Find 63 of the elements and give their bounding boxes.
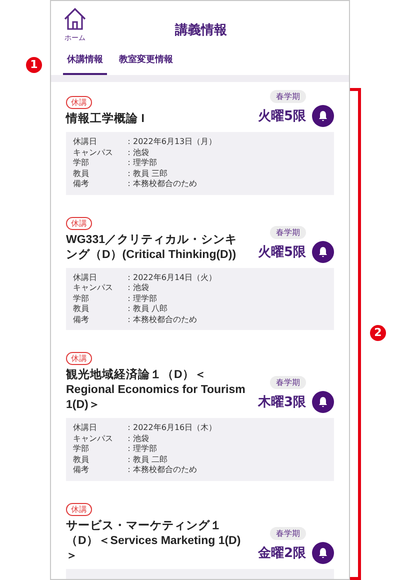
detail-label: キャンパス [73,148,114,158]
detail-label: 備考 [73,465,90,476]
detail-label: 休講日 [73,423,98,434]
detail-value: ：池袋 [125,434,149,444]
lecture-card[interactable]: 休講 情報工学概論 I 春学期 火曜5限 休講日 ：2022年6月13日（月） キャンパス ：池袋 学部 ：理学部 教員 ：教員 三郎 備考 ：本務校都合のため [51,82,349,208]
detail-label: 休講日 [73,137,98,148]
callout-marker: 1 [26,57,42,73]
term-label: 春学期 [270,526,306,540]
page-title: 講義情報 [174,22,228,39]
detail-value: ：池袋 [125,148,149,158]
notification-button[interactable] [312,391,334,413]
detail-value: ：教員 八郎 [125,304,168,314]
detail-label: 学部 [73,294,90,304]
bell-icon [317,246,329,258]
home-icon [63,7,87,31]
bell-icon [317,546,329,558]
callout-marker: 2 [370,325,386,341]
detail-label: 教員 [73,168,90,179]
detail-value: ：理学部 [125,158,157,168]
notification-button[interactable] [312,542,334,564]
detail-value: ：理学部 [125,444,157,454]
detail-value: ：池袋 [125,283,149,294]
detail-label: 教員 [73,454,90,465]
bell-icon [317,110,329,122]
detail-label: 学部 [73,158,90,168]
lecture-title: サービス・マーケティング１（D）＜Services Marketing 1(D)＞ [66,518,242,564]
period-label: 金曜2限 [258,544,306,562]
term-label: 春学期 [270,226,306,238]
detail-label: 学部 [73,444,90,454]
detail-value: ：教員 二郎 [125,454,168,465]
detail-value: ：2022年6月13日（月） [125,137,217,148]
notification-button[interactable] [312,240,334,262]
lecture-card[interactable]: 休講 観光地域経済論１（D）＜Regional Economics for Tourism 1(D)＞ 春学期 木曜3限 休講日 ：2022年6月16日（木） キャンパス ：池袋 学部 ：理学部 教員 ：教員 二郎 備考 ：本務校都合のため [51,344,349,494]
lecture-title: WG331／クリティカル・シンキング（D）(Critical Thinking(D)) [66,232,238,262]
cancel-tag: 休講 [66,352,92,365]
lecture-title: 情報工学概論 I [66,112,146,127]
lecture-card[interactable]: 休講 WG331／クリティカル・シンキング（D）(Critical Thinking(D)) 春学期 火曜5限 休講日 ：2022年6月14日（火） キャンパス ：池袋 学部 ：理学部 教員 ：教員 八郎 備考 ：本務校都合のため [51,208,349,344]
tab[interactable]: 教室変更情報 [115,49,177,75]
detail-label: 備考 [73,314,90,325]
detail-value: ：教員 三郎 [125,168,168,179]
detail-label: 備考 [73,179,90,190]
term-label: 春学期 [270,90,306,103]
detail-label: 教員 [73,304,90,314]
period-label: 火曜5限 [258,108,306,125]
detail-value: ：2022年6月14日（火） [125,272,217,283]
term-label: 春学期 [270,376,306,389]
detail-label: キャンパス [73,434,114,444]
lecture-title: 観光地域経済論１（D）＜Regional Economics for Tourism 1(D)＞ [66,368,246,413]
cancel-tag: 休講 [66,502,92,516]
detail-value: ：2022年6月16日（木） [125,423,217,434]
notification-button[interactable] [312,105,334,127]
detail-value: ：本務校都合のため [125,179,197,190]
detail-value: ：本務校都合のため [125,314,197,325]
bell-icon [317,396,329,408]
period-label: 木曜3限 [258,394,306,411]
detail-value: ：理学部 [125,294,157,304]
detail-label: 休講日 [73,272,98,283]
detail-label: キャンパス [73,283,114,294]
cancel-tag: 休講 [66,96,92,109]
period-label: 火曜5限 [258,244,306,260]
cancel-tag: 休講 [66,216,92,230]
detail-value: ：本務校都合のため [125,465,197,476]
lecture-card[interactable]: 休講 サービス・マーケティング１（D）＜Services Marketing 1(D)＞ 春学期 金曜2限 [51,494,349,579]
